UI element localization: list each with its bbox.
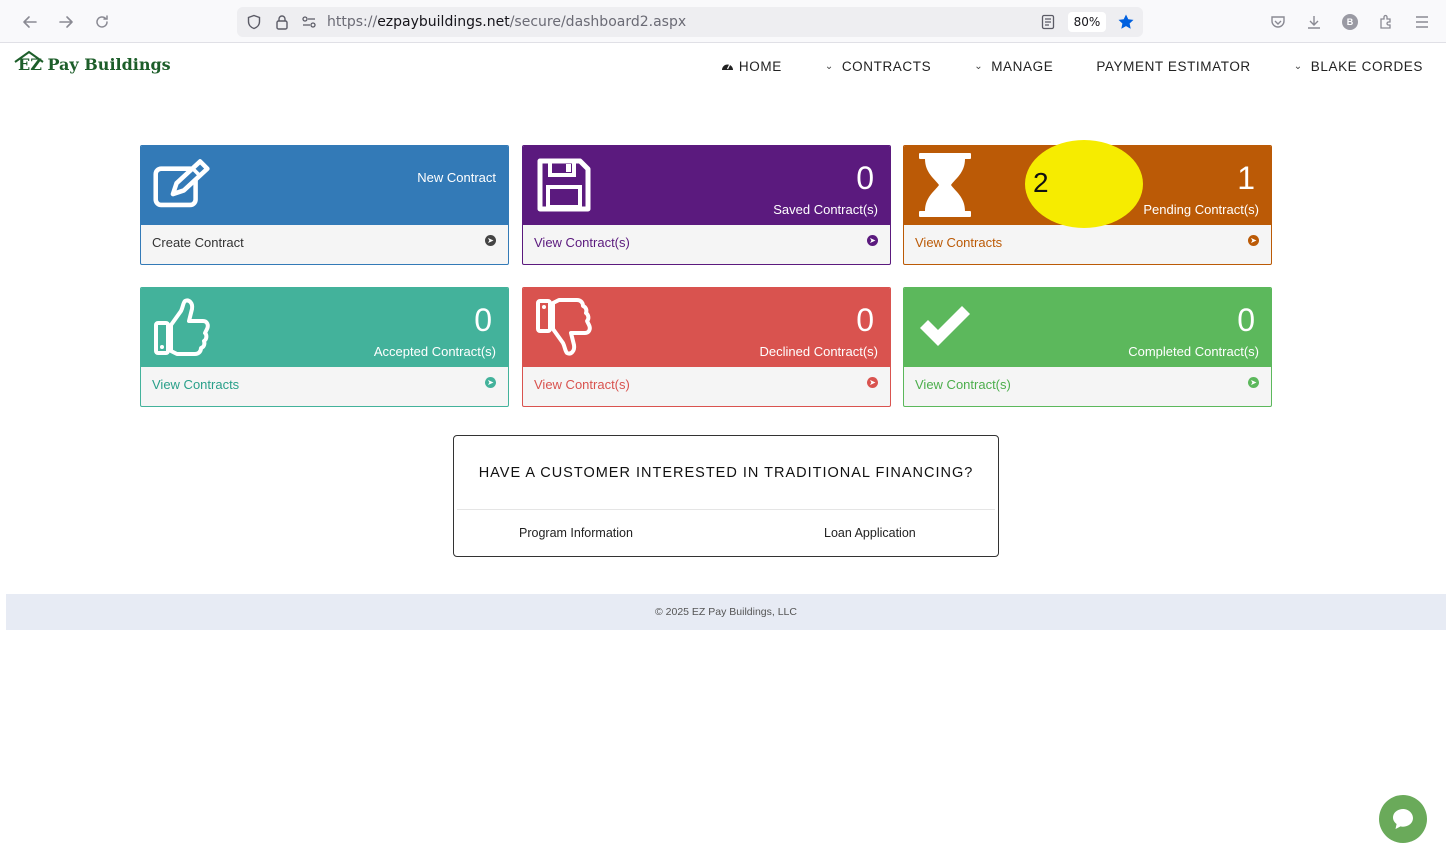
arrow-circle-right-icon[interactable]: ➤ [867,235,878,246]
tile-header: 0 Accepted Contract(s) [141,288,508,367]
extensions-icon[interactable] [1376,12,1396,32]
url-text[interactable]: https://ezpaybuildings.net/secure/dashbo… [327,14,686,30]
thumbs-down-icon [535,298,593,356]
tile-count: 0 [856,302,874,338]
nav-contracts[interactable]: ⌄ CONTRACTS [825,59,931,74]
tile-caption: Completed Contract(s) [1128,344,1259,359]
nav-home[interactable]: HOME [721,59,782,74]
nav-manage[interactable]: ⌄ MANAGE [974,59,1053,74]
reload-icon[interactable] [91,11,113,33]
arrow-circle-right-icon[interactable]: ➤ [485,235,496,246]
create-contract-link[interactable]: Create Contract [152,235,244,250]
tile-header: New Contract [141,146,508,225]
url-host: ezpaybuildings.net [377,14,510,30]
chevron-down-icon: ⌄ [974,61,984,72]
chat-launcher-button[interactable] [1379,795,1427,843]
tile-header: 0 Declined Contract(s) [523,288,890,367]
tile-accepted-contracts: 0 Accepted Contract(s) View Contracts ➤ [140,287,509,407]
arrow-circle-right-icon[interactable]: ➤ [867,377,878,388]
tile-footer[interactable]: View Contract(s) ➤ [523,225,890,264]
nav-user-menu[interactable]: ⌄ BLAKE CORDES [1294,59,1423,74]
chevron-down-icon: ⌄ [824,61,834,72]
copyright-text: © 2025 EZ Pay Buildings, LLC [655,606,797,618]
page-footer: © 2025 EZ Pay Buildings, LLC [6,594,1446,630]
loan-application-link[interactable]: Loan Application [824,526,916,540]
arrow-circle-right-icon[interactable]: ➤ [1248,235,1259,246]
chat-bubble-icon [1393,809,1413,829]
financing-title: HAVE A CUSTOMER INTERESTED IN TRADITIONA… [478,465,974,481]
download-icon[interactable] [1304,12,1324,32]
view-accepted-contracts-link[interactable]: View Contracts [152,377,239,392]
tile-count: 0 [474,302,492,338]
bookmark-star-icon[interactable] [1117,13,1135,31]
forward-arrow-icon[interactable] [55,11,77,33]
lock-icon[interactable] [273,13,291,31]
tile-caption: Declined Contract(s) [759,344,879,359]
tile-saved-contracts: 0 Saved Contract(s) View Contract(s) ➤ [522,145,891,265]
dashboard-gauge-icon [721,59,734,74]
nav-user-label: BLAKE CORDES [1310,59,1423,74]
back-arrow-icon[interactable] [19,11,41,33]
pocket-icon[interactable] [1268,12,1288,32]
url-scheme: https:// [327,14,378,30]
address-bar[interactable]: https://ezpaybuildings.net/secure/dashbo… [237,7,1143,37]
nav-home-label: HOME [738,59,782,74]
nav-contracts-label: CONTRACTS [841,59,932,74]
browser-toolbar: https://ezpaybuildings.net/secure/dashbo… [0,0,1446,43]
tile-completed-contracts: 0 Completed Contract(s) View Contract(s)… [903,287,1272,407]
hamburger-menu-icon[interactable] [1412,12,1432,32]
annotation-step-number: 2 [1033,167,1049,198]
tile-caption: Accepted Contract(s) [373,344,496,359]
nav-payment-estimator[interactable]: PAYMENT ESTIMATOR [1096,59,1250,74]
view-pending-contracts-link[interactable]: View Contracts [915,235,1002,250]
nav-payment-estimator-label: PAYMENT ESTIMATOR [1096,59,1251,74]
account-avatar[interactable]: B [1340,12,1360,32]
tile-new-contract: New Contract Create Contract ➤ [140,145,509,265]
tile-declined-contracts: 0 Declined Contract(s) View Contract(s) … [522,287,891,407]
tile-count: 0 [1237,302,1255,338]
tile-caption: Saved Contract(s) [773,202,878,217]
tile-footer[interactable]: View Contract(s) ➤ [904,367,1271,406]
logo-text: EZ Pay Buildings [18,55,171,74]
site-settings-icon[interactable] [300,13,318,31]
tile-footer[interactable]: Create Contract ➤ [141,225,508,264]
tile-caption: New Contract [417,170,496,185]
main-nav: HOME ⌄ CONTRACTS ⌄ MANAGE PAYMENT ESTIMA… [678,59,1423,74]
thumbs-up-icon [153,298,211,356]
arrow-circle-right-icon[interactable]: ➤ [485,377,496,388]
tile-caption: Pending Contract(s) [1143,202,1259,217]
view-declined-contracts-link[interactable]: View Contract(s) [534,377,630,392]
tile-footer[interactable]: View Contracts ➤ [904,225,1271,264]
nav-manage-label: MANAGE [991,59,1054,74]
logo[interactable]: EZ Pay Buildings [14,50,171,77]
view-completed-contracts-link[interactable]: View Contract(s) [915,377,1011,392]
pencil-square-icon [153,156,211,214]
url-path: /secure/dashboard2.aspx [509,14,687,30]
floppy-disk-icon [535,156,593,214]
divider [457,509,995,510]
tile-count: 0 [856,160,874,196]
hourglass-icon [916,153,974,217]
tile-count: 1 [1237,160,1255,196]
profile-initial: B [1342,14,1358,30]
tile-header: 0 Saved Contract(s) [523,146,890,225]
arrow-circle-right-icon[interactable]: ➤ [1248,377,1259,388]
program-information-link[interactable]: Program Information [519,526,633,540]
zoom-level[interactable]: 80% [1068,12,1106,32]
tile-footer[interactable]: View Contract(s) ➤ [523,367,890,406]
reader-view-icon[interactable] [1039,13,1057,31]
view-saved-contracts-link[interactable]: View Contract(s) [534,235,630,250]
tile-header: 0 Completed Contract(s) [904,288,1271,367]
financing-panel: HAVE A CUSTOMER INTERESTED IN TRADITIONA… [453,435,999,557]
tile-footer[interactable]: View Contracts ➤ [141,367,508,406]
chevron-down-icon: ⌄ [1293,61,1303,72]
checkmark-icon [916,298,974,356]
shield-icon[interactable] [245,13,263,31]
